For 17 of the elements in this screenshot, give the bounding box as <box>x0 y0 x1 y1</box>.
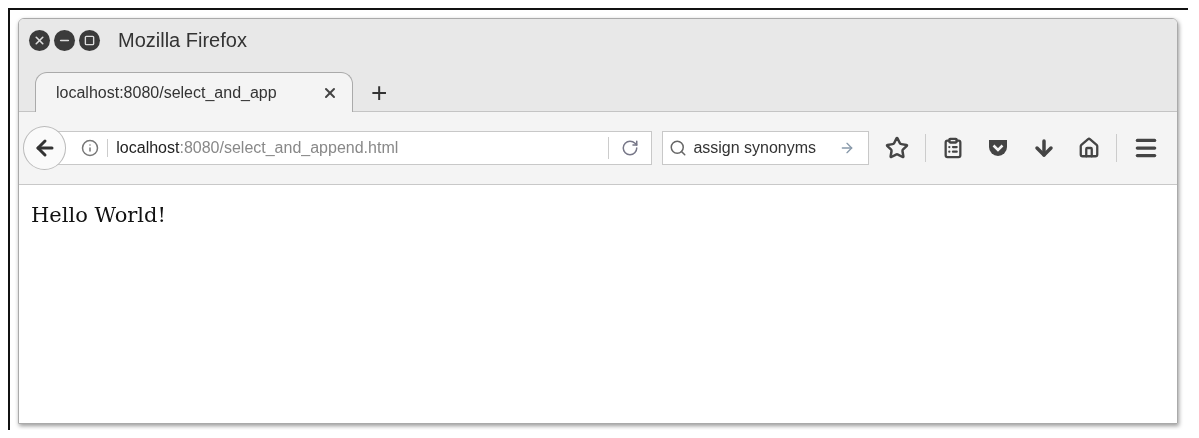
search-input[interactable]: assign synonyms <box>693 139 834 157</box>
minimize-button[interactable] <box>54 29 75 51</box>
square-icon <box>84 34 95 46</box>
new-tab-button[interactable]: + <box>365 79 394 107</box>
page-text: Hello World! <box>31 203 167 227</box>
search-icon <box>669 139 688 157</box>
close-icon <box>33 33 46 47</box>
browser-tab[interactable]: localhost:8080/select_and_app <box>35 72 353 112</box>
search-bar[interactable]: assign synonyms <box>662 131 870 165</box>
url-text: localhost:8080/select_and_append.html <box>107 139 609 157</box>
back-button[interactable] <box>23 126 67 170</box>
reload-icon <box>621 139 640 157</box>
tab-title: localhost:8080/select_and_app <box>56 83 277 102</box>
window-title: Mozilla Firefox <box>118 28 247 52</box>
close-button[interactable] <box>29 29 50 51</box>
info-icon[interactable] <box>81 139 100 157</box>
maximize-button[interactable] <box>79 29 100 51</box>
